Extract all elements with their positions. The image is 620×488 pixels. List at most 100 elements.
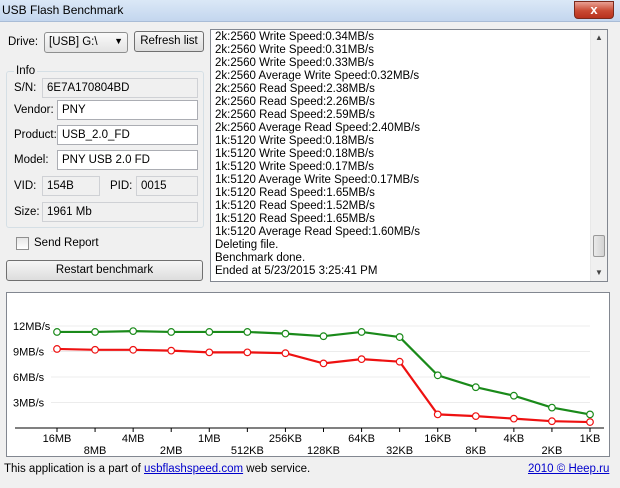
footer-right: 2010 © Heep.ru <box>528 463 609 475</box>
data-point <box>167 328 176 336</box>
drive-label: Drive: <box>8 36 39 48</box>
data-point <box>357 328 366 336</box>
data-point <box>548 403 556 412</box>
y-tick-label: 12MB/s <box>13 321 51 333</box>
data-point <box>395 333 404 341</box>
send-report-checkbox[interactable] <box>16 237 29 250</box>
data-point <box>319 359 328 368</box>
pid-field: 0015 <box>136 176 198 196</box>
data-point <box>471 412 480 420</box>
window-title: USB Flash Benchmark <box>2 3 124 17</box>
log-line: 2k:2560 Read Speed:2.38MB/s <box>215 83 375 95</box>
speed-chart: 3MB/s 6MB/s 9MB/s 12MB/s 16MB 4MB 1MB 256KB 64KB… <box>13 321 604 457</box>
data-point <box>243 348 252 357</box>
data-point <box>91 345 99 354</box>
usbflashspeed-link[interactable]: usbflashspeed.com <box>144 463 243 475</box>
y-tick-label: 9MB/s <box>13 347 45 359</box>
footer-suffix: web service. <box>243 463 311 475</box>
restart-benchmark-button[interactable]: Restart benchmark <box>6 260 203 281</box>
x-tick-label: 128KB <box>307 445 340 457</box>
log-line: 1k:5120 Write Speed:0.17MB/s <box>215 161 374 173</box>
size-label: Size: <box>14 206 40 218</box>
vid-field: 154B <box>42 176 100 196</box>
footer-left: This application is a part of usbflashsp… <box>4 463 310 475</box>
model-field[interactable]: PNY USB 2.0 FD <box>57 150 198 170</box>
log-line: 2k:2560 Average Write Speed:0.32MB/s <box>215 70 420 82</box>
log-line: 1k:5120 Read Speed:1.65MB/s <box>215 213 375 225</box>
data-point <box>281 349 290 358</box>
model-label: Model: <box>14 154 49 166</box>
data-point <box>357 355 366 364</box>
data-point <box>167 346 176 355</box>
data-point <box>53 345 61 353</box>
scroll-up-icon[interactable]: ▲ <box>591 30 607 46</box>
x-tick-label: 512KB <box>231 445 264 457</box>
sn-field: 6E7A170804BD <box>42 78 198 98</box>
title-bar: USB Flash Benchmark x <box>0 0 620 22</box>
log-line: 1k:5120 Read Speed:1.52MB/s <box>215 200 375 212</box>
close-button[interactable]: x <box>574 1 614 19</box>
refresh-list-button[interactable]: Refresh list <box>134 31 204 52</box>
data-point <box>205 348 214 357</box>
log-line: 2k:2560 Write Speed:0.34MB/s <box>215 31 374 43</box>
log-line: 1k:5120 Write Speed:0.18MB/s <box>215 135 374 147</box>
data-point <box>243 328 252 336</box>
data-point <box>433 410 442 419</box>
log-line: Deleting file. <box>215 239 279 251</box>
heep-link[interactable]: 2010 © Heep.ru <box>528 463 609 475</box>
y-tick-label: 3MB/s <box>13 398 45 410</box>
scrollbar-thumb[interactable] <box>593 235 605 257</box>
log-line: Ended at 5/23/2015 3:25:41 PM <box>215 265 378 277</box>
drive-select[interactable]: [USB] G:\ ▼ <box>44 32 128 53</box>
product-field[interactable]: USB_2.0_FD <box>57 125 198 145</box>
log-line: 1k:5120 Read Speed:1.65MB/s <box>215 187 375 199</box>
y-tick-label: 6MB/s <box>13 372 45 384</box>
send-report-label: Send Report <box>34 237 99 249</box>
chevron-down-icon: ▼ <box>114 36 123 46</box>
x-tick-label: 8KB <box>465 445 486 457</box>
scroll-down-icon[interactable]: ▼ <box>591 265 607 281</box>
data-point <box>281 329 290 338</box>
x-tick-label: 64KB <box>348 433 375 445</box>
data-point <box>319 332 328 341</box>
log-line: 1k:5120 Average Read Speed:1.60MB/s <box>215 226 421 238</box>
log-scrollbar[interactable]: ▲ ▼ <box>590 30 607 281</box>
drive-value: [USB] G:\ <box>49 36 98 48</box>
x-tick-label: 32KB <box>386 445 413 457</box>
x-tick-label: 2KB <box>542 445 563 457</box>
log-line: 2k:2560 Write Speed:0.33MB/s <box>215 57 374 69</box>
series-line <box>57 329 591 416</box>
data-point <box>509 414 518 423</box>
log-textbox[interactable]: 2k:2560 Write Speed:0.34MB/s 2k:2560 Wri… <box>210 29 608 282</box>
data-point <box>433 371 442 380</box>
sn-label: S/N: <box>14 82 37 94</box>
x-tick-label: 4KB <box>503 433 524 445</box>
data-point <box>129 327 138 335</box>
x-tick-label: 2MB <box>160 445 183 457</box>
data-point <box>586 418 594 426</box>
log-line: 1k:5120 Average Write Speed:0.17MB/s <box>215 174 420 186</box>
log-lines: 2k:2560 Write Speed:0.34MB/s 2k:2560 Wri… <box>215 31 589 278</box>
data-point <box>586 410 594 419</box>
vid-label: VID: <box>14 180 37 192</box>
data-point <box>91 328 99 336</box>
log-line: 1k:5120 Write Speed:0.18MB/s <box>215 148 374 160</box>
x-tick-label: 1KB <box>580 433 601 445</box>
x-tick-label: 16KB <box>424 433 451 445</box>
footer-prefix: This application is a part of <box>4 463 144 475</box>
pid-label: PID: <box>110 180 133 192</box>
log-line: 2k:2560 Read Speed:2.26MB/s <box>215 96 375 108</box>
x-tick-label: 4MB <box>122 433 145 445</box>
product-label: Product: <box>14 129 57 141</box>
log-line: 2k:2560 Average Read Speed:2.40MB/s <box>215 122 421 134</box>
data-point <box>395 357 404 366</box>
size-field: 1961 Mb <box>42 202 198 222</box>
log-line: Benchmark done. <box>215 252 306 264</box>
data-point <box>548 417 556 426</box>
log-line: 2k:2560 Read Speed:2.59MB/s <box>215 109 375 121</box>
vendor-field[interactable]: PNY <box>57 100 198 120</box>
data-point <box>471 383 480 392</box>
x-tick-label: 8MB <box>84 445 107 457</box>
data-point <box>53 328 61 336</box>
x-tick-label: 1MB <box>198 433 221 445</box>
